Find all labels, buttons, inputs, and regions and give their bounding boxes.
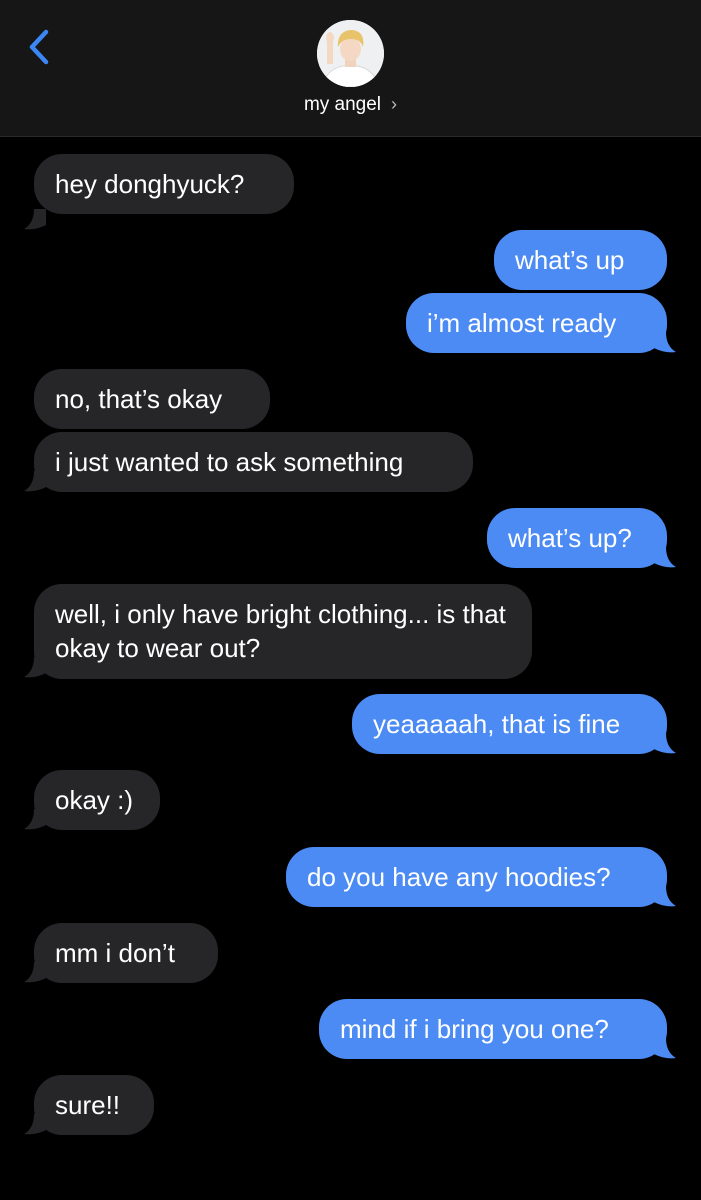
incoming-message-bubble[interactable]: no, that’s okay	[34, 369, 270, 429]
conversation-header: my angel ›	[0, 0, 701, 137]
chevron-right-icon: ›	[391, 94, 398, 114]
outgoing-message-bubble[interactable]: what’s up?	[487, 508, 667, 568]
incoming-bubble-tail	[24, 809, 46, 830]
outgoing-message-bubble[interactable]: do you have any hoodies?	[286, 847, 667, 907]
incoming-message-bubble[interactable]: hey donghyuck?	[34, 154, 294, 214]
incoming-bubble-tail	[24, 471, 46, 492]
avatar-photo	[317, 20, 384, 87]
incoming-message-bubble[interactable]: okay :)	[34, 770, 160, 830]
back-button[interactable]	[22, 28, 58, 68]
incoming-message-bubble[interactable]: sure!!	[34, 1075, 154, 1135]
incoming-bubble-tail	[24, 209, 46, 230]
outgoing-message-bubble[interactable]: mind if i bring you one?	[319, 999, 667, 1059]
outgoing-bubble-tail	[654, 733, 676, 754]
incoming-message-bubble[interactable]: i just wanted to ask something	[34, 432, 473, 492]
incoming-bubble-tail	[24, 657, 46, 678]
outgoing-message-bubble[interactable]: yeaaaaah, that is fine	[352, 694, 667, 754]
incoming-bubble-tail	[24, 1114, 46, 1135]
contact-name-button[interactable]: my angel ›	[0, 94, 701, 116]
outgoing-message-bubble[interactable]: what’s up	[494, 230, 667, 290]
incoming-bubble-tail	[24, 962, 46, 983]
chevron-left-icon	[29, 29, 49, 65]
outgoing-bubble-tail	[654, 886, 676, 907]
contact-name: my angel	[303, 94, 382, 115]
outgoing-bubble-tail	[654, 547, 676, 568]
message-thread[interactable]: hey donghyuck? what’s up i’m almost read…	[0, 137, 701, 1200]
outgoing-message-bubble[interactable]: i’m almost ready	[406, 293, 667, 353]
contact-avatar[interactable]	[317, 20, 384, 87]
outgoing-bubble-tail	[654, 1038, 676, 1059]
incoming-message-bubble[interactable]: mm i don’t	[34, 923, 218, 983]
incoming-message-bubble[interactable]: well, i only have bright clothing... is …	[34, 584, 532, 679]
outgoing-bubble-tail	[654, 332, 676, 353]
